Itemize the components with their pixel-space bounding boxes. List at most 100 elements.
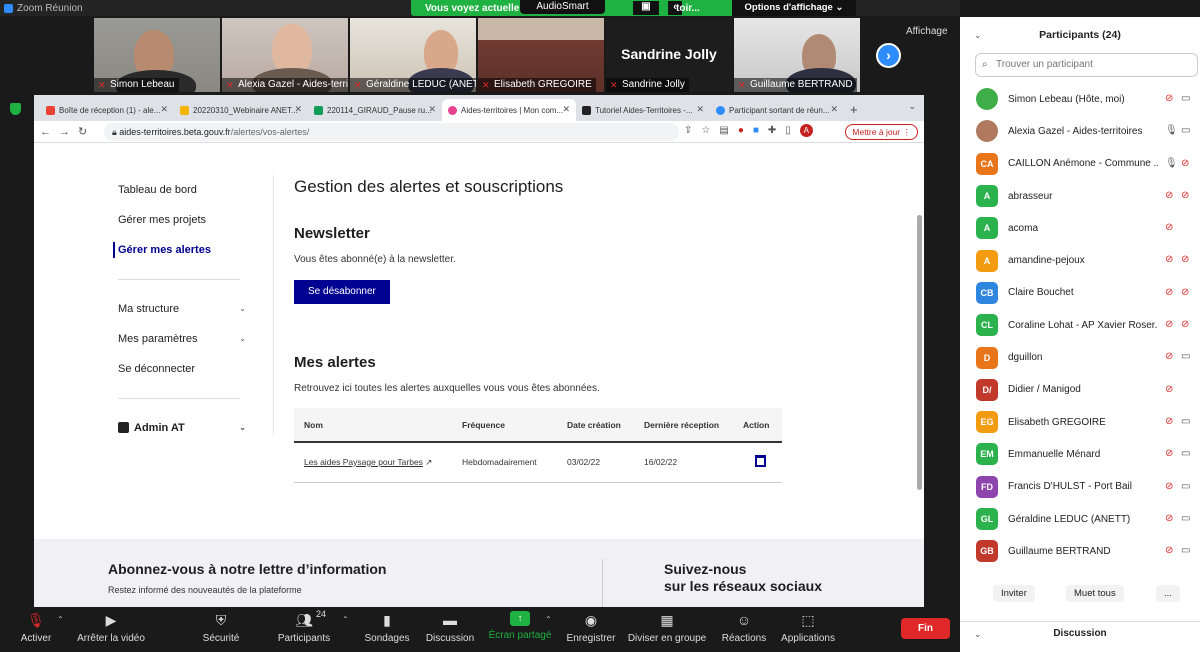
- participant-row[interactable]: CB Claire Bouchet ⊘ ⊘: [960, 277, 1200, 309]
- video-camera-icon[interactable]: ▭: [1181, 513, 1190, 524]
- participant-row[interactable]: CA CAILLON Anémone - Commune ... 🎙︎ ⊘: [960, 148, 1200, 180]
- chevron-up-icon[interactable]: ⌃: [342, 615, 349, 624]
- back-icon[interactable]: ←: [34, 126, 57, 138]
- video-camera-icon[interactable]: ▭: [1181, 416, 1190, 427]
- alert-link[interactable]: Les aides Paysage pour Tarbes: [304, 457, 423, 467]
- video-camera-icon[interactable]: ▭: [1181, 125, 1190, 136]
- participant-row[interactable]: Aacoma ⊘: [960, 212, 1200, 244]
- reader-icon[interactable]: ▤: [719, 125, 728, 136]
- mic-muted-icon[interactable]: ⊘: [1165, 481, 1173, 492]
- mic-muted-icon[interactable]: ⊘: [1165, 448, 1173, 459]
- more-button[interactable]: ...: [1156, 585, 1180, 602]
- polls-button[interactable]: ▮ Sondages: [362, 611, 412, 644]
- share-icon[interactable]: ⇪: [684, 125, 692, 136]
- mic-muted-icon[interactable]: ⊘: [1165, 287, 1173, 298]
- view-button[interactable]: Affichage: [906, 26, 948, 37]
- browser-tab[interactable]: Boîte de réception (1) - ale... ✕: [40, 99, 174, 121]
- mute-all-button[interactable]: Muet tous: [1066, 585, 1124, 602]
- video-tile[interactable]: ✕ Alexia Gazel - Aides-territ...: [222, 18, 348, 92]
- reactions-button[interactable]: ☺ Réactions: [720, 611, 768, 644]
- share-screen-button[interactable]: ↑ Écran partagé: [488, 611, 552, 641]
- nav-alerts[interactable]: Gérer mes alertes: [113, 235, 248, 265]
- close-icon[interactable]: ✕: [294, 104, 302, 115]
- participant-row[interactable]: EM Emmanuelle Ménard ⊘ ▭: [960, 438, 1200, 470]
- gallery-next-button[interactable]: ›: [876, 43, 901, 68]
- browser-tab[interactable]: Tutoriel Aides-Territoires -... ✕: [576, 99, 710, 121]
- page-scrollbar[interactable]: [917, 215, 922, 490]
- star-icon[interactable]: ☆: [701, 125, 710, 136]
- browser-tab-active[interactable]: Aides-territoires | Mon com... ✕: [442, 99, 576, 121]
- nav-logout[interactable]: Se déconnecter: [118, 354, 248, 384]
- mic-icon[interactable]: 🎙︎: [1165, 158, 1178, 169]
- video-off-icon[interactable]: ⊘: [1181, 254, 1189, 265]
- video-camera-icon[interactable]: ▭: [1181, 545, 1190, 556]
- end-meeting-button[interactable]: Fin: [901, 618, 950, 639]
- browser-tab[interactable]: 20220310_Webinaire ANET... ✕: [174, 99, 308, 121]
- chevron-down-icon[interactable]: ⌄: [974, 17, 982, 53]
- participant-row[interactable]: Aamandine-pejoux ⊘ ⊘: [960, 244, 1200, 276]
- video-camera-icon[interactable]: ▭: [1181, 93, 1190, 104]
- close-icon[interactable]: ✕: [562, 104, 570, 115]
- update-button[interactable]: Mettre à jour ⋮: [845, 124, 918, 140]
- view-options-button[interactable]: Options d'affichage ⌄: [732, 0, 856, 16]
- participant-row[interactable]: Ddguillon ⊘ ▭: [960, 341, 1200, 373]
- new-tab-button[interactable]: +: [844, 99, 858, 121]
- nav-settings[interactable]: Mes paramètres ⌄: [118, 324, 248, 354]
- participant-row[interactable]: GL Géraldine LEDUC (ANETT) ⊘ ▭: [960, 503, 1200, 535]
- participant-row[interactable]: Alexia Gazel - Aides-territoires 🎙︎ ▭: [960, 115, 1200, 147]
- mic-icon[interactable]: 🎙︎: [1165, 125, 1178, 136]
- nav-projects[interactable]: Gérer mes projets: [118, 205, 248, 235]
- video-off-icon[interactable]: ⊘: [1181, 319, 1189, 330]
- sidebar-icon[interactable]: ▯: [785, 125, 791, 136]
- chat-button[interactable]: ▬ Discussion: [424, 611, 476, 644]
- mic-muted-icon[interactable]: ⊘: [1165, 545, 1173, 556]
- mic-muted-icon[interactable]: ⊘: [1165, 384, 1173, 395]
- monitor-icon[interactable]: ▣: [633, 1, 659, 15]
- tab-search-icon[interactable]: ⌄: [908, 101, 916, 112]
- chevron-up-icon[interactable]: ⌃: [57, 615, 64, 624]
- participant-search-input[interactable]: ⌕ Trouver un participant: [975, 53, 1198, 77]
- video-tile[interactable]: Sandrine Jolly ✕ Sandrine Jolly: [606, 18, 732, 92]
- participant-row[interactable]: Simon Lebeau (Hôte, moi) ⊘ ▭: [960, 83, 1200, 115]
- close-icon[interactable]: ✕: [696, 104, 704, 115]
- record-button[interactable]: ◉ Enregistrer: [564, 611, 618, 644]
- unmute-button[interactable]: 🎙︎ Activer: [16, 611, 56, 644]
- participant-row[interactable]: CL Coraline Lohat - AP Xavier Roser... ⊘ ⊘: [960, 309, 1200, 341]
- video-off-icon[interactable]: ⊘: [1181, 190, 1189, 201]
- breakout-button[interactable]: ▦ Diviser en groupe: [627, 611, 707, 644]
- apps-button[interactable]: ⬚ Applications: [779, 611, 837, 644]
- video-tile[interactable]: ✕ Guillaume BERTRAND: [734, 18, 860, 92]
- participant-row[interactable]: Aabrasseur ⊘ ⊘: [960, 180, 1200, 212]
- mic-muted-icon[interactable]: ⊘: [1165, 351, 1173, 362]
- forward-icon[interactable]: →: [57, 126, 72, 138]
- participant-row[interactable]: FD Francis D'HULST - Port Bail ⊘ ▭: [960, 471, 1200, 503]
- mic-muted-icon[interactable]: ⊘: [1165, 319, 1173, 330]
- video-off-icon[interactable]: ⊘: [1181, 158, 1189, 169]
- video-tile[interactable]: ✕ Simon Lebeau: [94, 18, 220, 92]
- video-tile[interactable]: ✕ Elisabeth GREGOIRE: [478, 18, 604, 92]
- unsubscribe-button[interactable]: Se désabonner: [294, 280, 390, 304]
- mic-muted-icon[interactable]: ⊘: [1165, 190, 1173, 201]
- participant-row[interactable]: EG Elisabeth GREGOIRE ⊘ ▭: [960, 406, 1200, 438]
- url-field[interactable]: 🔒︎ aides-territoires.beta.gouv.fr/alerte…: [104, 123, 679, 141]
- nav-dashboard[interactable]: Tableau de bord: [118, 175, 248, 205]
- close-icon[interactable]: ✕: [160, 104, 168, 115]
- mic-muted-icon[interactable]: ⊘: [1165, 93, 1173, 104]
- nav-structure[interactable]: Ma structure ⌄: [118, 294, 248, 324]
- video-tile[interactable]: ✕ Géraldine LEDUC (ANET...: [350, 18, 476, 92]
- opera-icon[interactable]: ●: [738, 125, 744, 136]
- video-camera-icon[interactable]: ▭: [1181, 448, 1190, 459]
- security-button[interactable]: ⛨ Sécurité: [198, 611, 244, 644]
- participant-row[interactable]: D/Didier / Manigod ⊘: [960, 374, 1200, 406]
- stop-video-button[interactable]: ▶︎ Arrêter la vidéo: [74, 611, 148, 644]
- video-camera-icon[interactable]: ▭: [1181, 351, 1190, 362]
- video-off-icon[interactable]: ⊘: [1181, 287, 1189, 298]
- mic-muted-icon[interactable]: ⊘: [1165, 254, 1173, 265]
- mic-muted-icon[interactable]: ⊘: [1165, 416, 1173, 427]
- profile-avatar[interactable]: A: [799, 124, 813, 137]
- trash-icon[interactable]: [755, 455, 766, 468]
- chevron-up-icon[interactable]: ⌃: [545, 615, 552, 624]
- puzzle-icon[interactable]: ✚: [768, 125, 776, 136]
- video-camera-icon[interactable]: ▭: [1181, 481, 1190, 492]
- browser-tab[interactable]: 220114_GIRAUD_Pause ru... ✕: [308, 99, 442, 121]
